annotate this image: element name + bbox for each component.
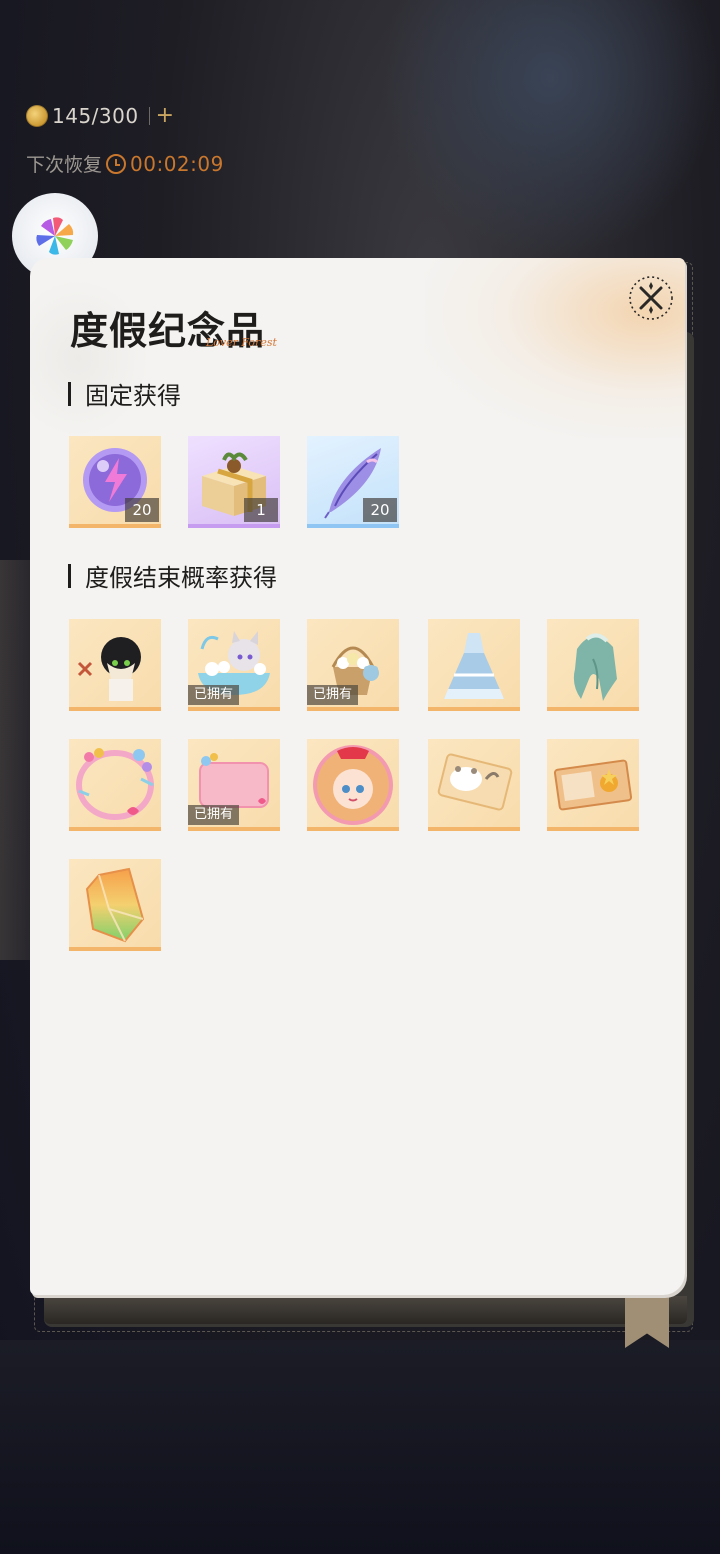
braided-hair-icon: [573, 633, 617, 701]
item-black-cat-chibi[interactable]: [69, 619, 161, 711]
photo-card-icon: [553, 759, 633, 811]
background-bottom: [0, 1340, 720, 1554]
clock-icon: [106, 153, 127, 174]
book-bottom-edge: [44, 1296, 687, 1324]
item-photo-card[interactable]: [547, 739, 639, 831]
section-bar: [68, 563, 71, 588]
recover-time: 00:02:09: [130, 151, 224, 176]
stamina-coin-icon: [26, 105, 48, 127]
cat-card-icon: [437, 753, 513, 811]
item-pink-chat-bubble[interactable]: 已拥有: [188, 739, 280, 831]
item-quantity: 1: [244, 498, 278, 522]
black-cat-chibi-icon: [77, 637, 141, 701]
section-chance-label: 度假结束概率获得: [85, 564, 277, 592]
souvenir-panel: 度假纪念品 Lover Forest 固定获得 20 1 20 度假结束概率获得…: [30, 258, 685, 1295]
item-quantity: 20: [363, 498, 397, 522]
title-script: Lover Forest: [206, 336, 277, 349]
owned-badge: 已拥有: [307, 685, 359, 705]
bubble-frame-icon: [76, 748, 154, 820]
rainbow-crystal-icon: [85, 867, 145, 943]
owned-badge: 已拥有: [188, 685, 240, 705]
item-flower-basket[interactable]: 已拥有: [307, 619, 399, 711]
item-energy-orb[interactable]: 20: [69, 436, 161, 528]
item-cat-card[interactable]: [428, 739, 520, 831]
divider: [148, 107, 150, 125]
close-icon: [629, 276, 673, 320]
add-stamina-icon[interactable]: +: [156, 105, 174, 127]
item-braided-hair[interactable]: [547, 619, 639, 711]
item-bubble-frame[interactable]: [69, 739, 161, 831]
item-gift-box[interactable]: 1: [188, 436, 280, 528]
item-girl-avatar[interactable]: [307, 739, 399, 831]
blue-dress-icon: [444, 633, 504, 699]
section-fixed-label: 固定获得: [85, 382, 181, 410]
close-button[interactable]: [627, 274, 675, 322]
item-rainbow-crystal[interactable]: [69, 859, 161, 951]
recover-label: 下次恢复: [26, 154, 103, 176]
recover-timer: 下次恢复 00:02:09: [26, 150, 224, 177]
girl-avatar-icon: [313, 745, 393, 825]
item-bath-chibi[interactable]: 已拥有: [188, 619, 280, 711]
item-blue-dress[interactable]: [428, 619, 520, 711]
item-feather[interactable]: 20: [307, 436, 399, 528]
section-chance-title: 度假结束概率获得: [68, 558, 277, 593]
section-fixed-title: 固定获得: [68, 376, 181, 411]
item-quantity: 20: [125, 498, 159, 522]
background-glow: [380, 0, 720, 260]
owned-badge: 已拥有: [188, 805, 240, 825]
stamina-counter: 145/300 +: [26, 104, 174, 128]
pinwheel-logo-icon: [36, 217, 74, 255]
section-bar: [68, 381, 71, 406]
stamina-value: 145/300: [52, 104, 139, 128]
